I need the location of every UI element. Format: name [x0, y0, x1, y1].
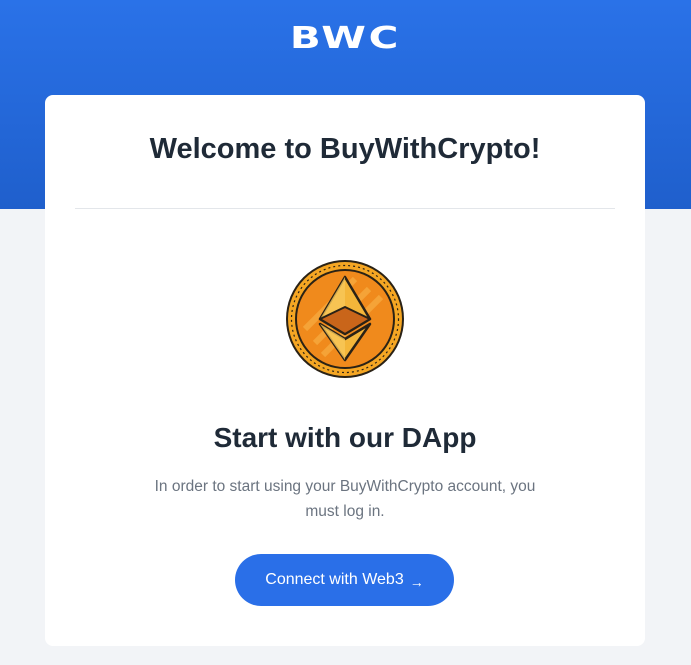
divider	[75, 208, 615, 209]
login-description: In order to start using your BuyWithCryp…	[154, 478, 536, 520]
welcome-card: Welcome to BuyWithCrypto! Start with our…	[45, 95, 645, 646]
arrow-right-icon: →	[409, 573, 424, 590]
welcome-title: Welcome to BuyWithCrypto!	[149, 133, 541, 165]
connect-web3-label: Connect with Web3	[265, 571, 404, 588]
ethereum-coin-icon	[285, 259, 405, 379]
brand-logo: BWC	[289, 21, 402, 56]
section-title: Start with our DApp	[213, 422, 477, 453]
connect-web3-button[interactable]: Connect with Web3 →	[235, 554, 454, 606]
